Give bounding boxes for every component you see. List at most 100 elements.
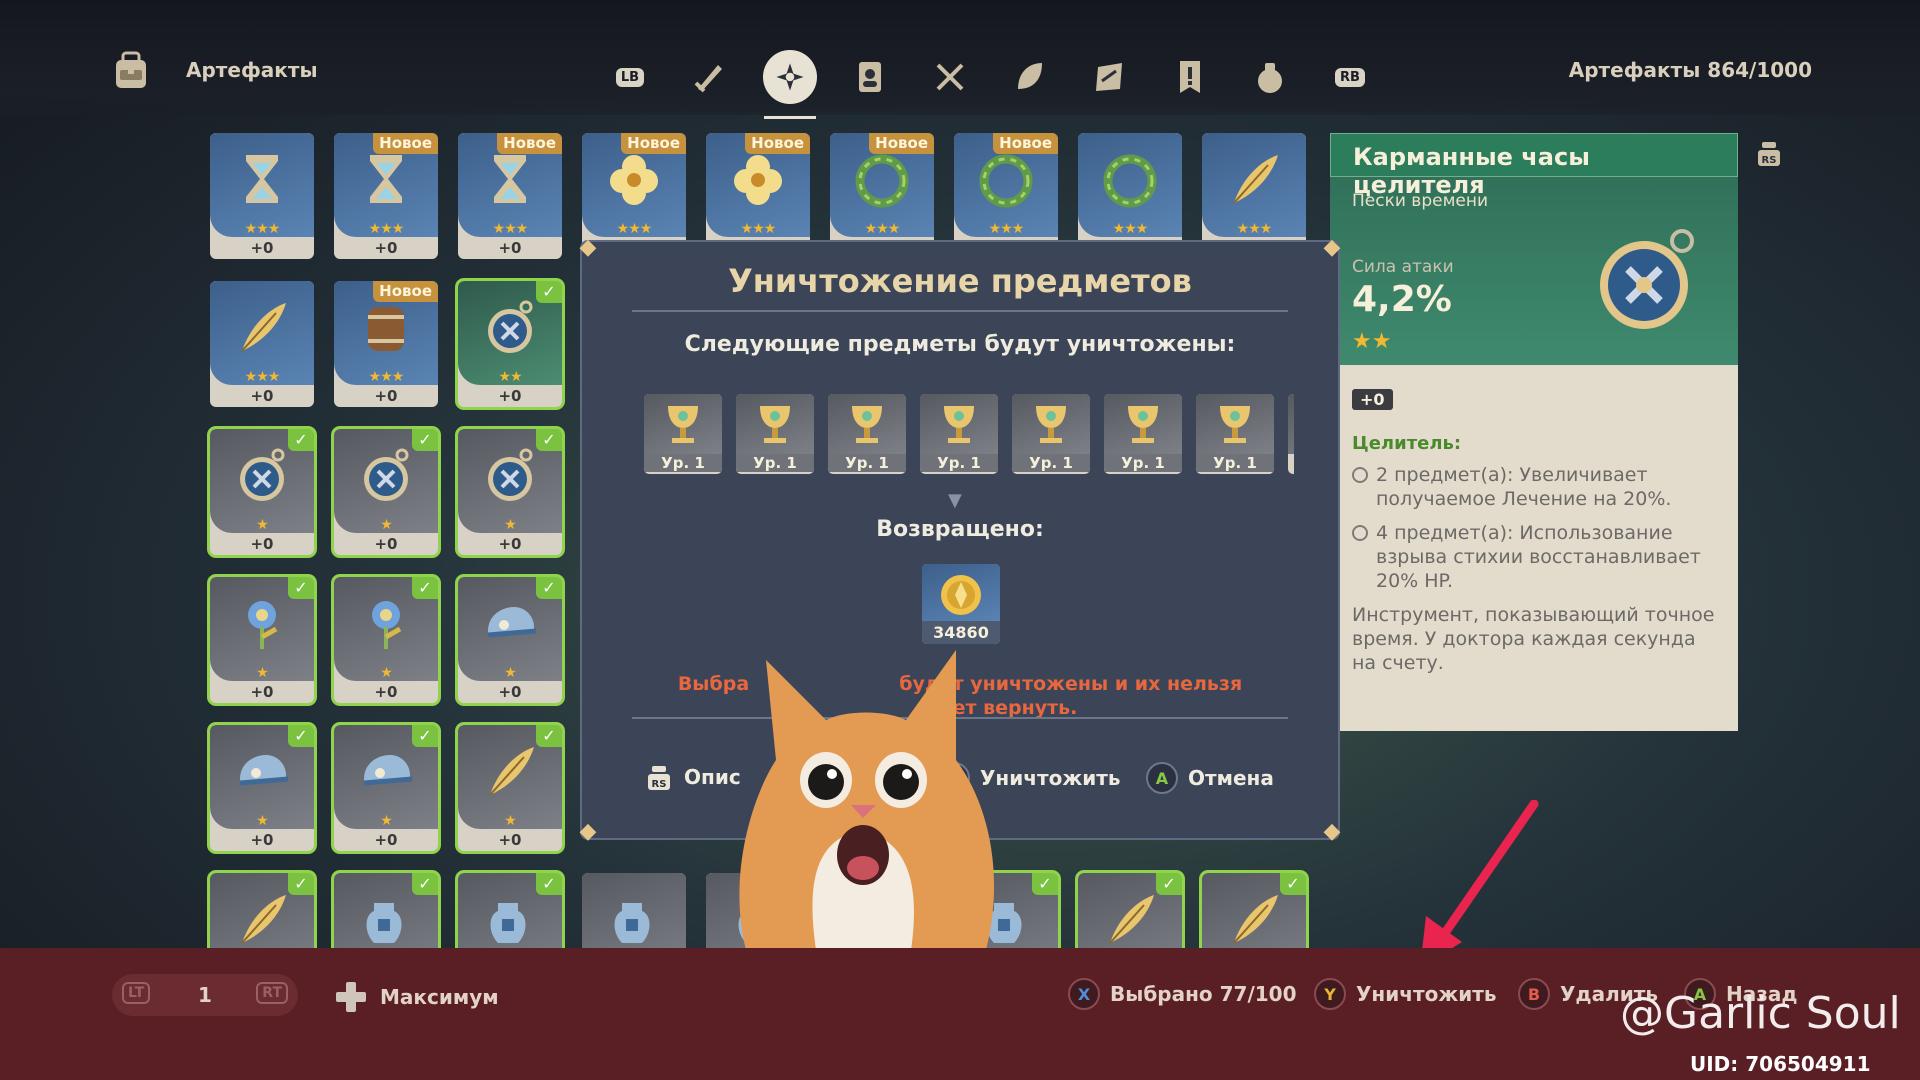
new-badge: Новое: [621, 133, 686, 154]
item-level: Ур. 1: [920, 454, 998, 472]
rarity-stars: ★★★: [864, 221, 901, 237]
goblet-icon: [1128, 406, 1158, 443]
rarity-stars: ★: [380, 517, 393, 533]
artifact-level: +0: [250, 239, 274, 257]
feather-icon: [489, 747, 534, 796]
rs-button-icon: RS: [648, 766, 670, 790]
cap-icon: [487, 607, 537, 638]
dialog-title: Уничтожение предметов: [728, 262, 1192, 300]
dpad-icon: [336, 982, 366, 1012]
y-button-icon: Y: [1314, 978, 1346, 1010]
cancel-button[interactable]: A Отмена: [1146, 762, 1274, 794]
checkmark-icon: ✓: [536, 429, 562, 451]
new-badge: Новое: [993, 133, 1058, 154]
artifact-flower-icon: [763, 50, 817, 104]
rarity-stars: ★★★: [616, 221, 653, 237]
artifact-card[interactable]: ★ +0 ✓: [210, 577, 314, 703]
category-tabs: LB RB: [590, 42, 1390, 119]
maximum-button[interactable]: Максимум: [336, 982, 499, 1012]
artifact-card[interactable]: ★ +0 ✓: [458, 577, 562, 703]
rb-button[interactable]: RB: [1310, 47, 1390, 107]
artifact-card[interactable]: ★★★ +0 Новое: [334, 281, 438, 407]
rarity-stars: ★: [504, 665, 517, 681]
wreath-icon: [1103, 154, 1157, 208]
artifact-card[interactable]: ★★★ +0: [210, 133, 314, 259]
goblet-icon: [760, 406, 790, 443]
tab-precious[interactable]: [1230, 47, 1310, 107]
quantity-selector[interactable]: LT 1 RT: [112, 974, 298, 1016]
artifact-card[interactable]: ★ +0 ✓: [458, 429, 562, 555]
rs-button-icon[interactable]: RS: [1754, 138, 1784, 168]
backpack-icon[interactable]: [108, 48, 154, 94]
checkmark-icon: ✓: [536, 281, 562, 303]
tab-materials[interactable]: [990, 47, 1070, 107]
rarity-stars: ★: [504, 813, 517, 829]
tab-gadgets[interactable]: [1070, 47, 1150, 107]
selected-count: Выбрано 77/100: [1110, 982, 1297, 1006]
corner-ornament-icon: ◆: [1323, 235, 1341, 260]
corner-ornament-icon: ◆: [579, 819, 597, 844]
artifact-card[interactable]: ★★★ +0: [210, 281, 314, 407]
artifact-level: +0: [250, 535, 274, 553]
goblet-icon: [668, 406, 698, 443]
destroy-item-card: Ур. 1: [1196, 394, 1274, 474]
rarity-stars: ★★★: [1236, 221, 1273, 237]
artifact-level: +0: [1352, 389, 1393, 410]
rt-button-icon[interactable]: RT: [256, 982, 288, 1004]
new-badge: Новое: [373, 133, 438, 154]
artifact-card[interactable]: ★★ +0 ✓: [458, 281, 562, 407]
tab-artifacts[interactable]: [750, 47, 830, 119]
feather-icon: [1233, 895, 1278, 944]
new-badge: Новое: [373, 281, 438, 302]
pocket-watch-icon: [488, 300, 533, 353]
artifact-level: +0: [498, 535, 522, 553]
selected-count-button[interactable]: X Выбрано 77/100: [1068, 978, 1297, 1010]
artifact-card[interactable]: ★★★ +0 Новое: [334, 133, 438, 259]
main-stat-name: Сила атаки: [1352, 257, 1454, 277]
artifact-description: Инструмент, показывающий точное время. У…: [1352, 604, 1715, 674]
hourglass-icon: [246, 155, 278, 203]
artifact-card[interactable]: ★ +0 ✓: [210, 725, 314, 851]
checkmark-icon: ✓: [1032, 873, 1058, 895]
wreath-icon: [855, 154, 909, 208]
rarity-stars: ★★★: [244, 369, 281, 385]
artifact-level: +0: [498, 683, 522, 701]
checkmark-icon: ✓: [536, 577, 562, 599]
rarity-stars: ★★★: [492, 221, 529, 237]
fork-knife-icon: [936, 63, 964, 91]
inactive-bonus-icon: [1352, 525, 1368, 541]
artifact-level: +0: [250, 683, 274, 701]
returned-label: Возвращено:: [876, 517, 1044, 542]
pocket-watch-icon: [240, 448, 285, 501]
artifact-card[interactable]: ★★★ +0 Новое: [458, 133, 562, 259]
checkmark-icon: ✓: [412, 429, 438, 451]
checkmark-icon: ✓: [288, 429, 314, 451]
tab-weapons[interactable]: [670, 47, 750, 107]
lb-button[interactable]: LB: [590, 47, 670, 107]
destroy-item-card: Ур. 1: [828, 394, 906, 474]
tab-food[interactable]: [910, 47, 990, 107]
checkmark-icon: ✓: [1280, 873, 1306, 895]
artifact-level: +0: [250, 387, 274, 405]
artifact-card[interactable]: ★ +0 ✓: [334, 429, 438, 555]
rarity-stars: ★: [380, 813, 393, 829]
rarity-stars: ★: [256, 517, 269, 533]
goblet-icon: [1220, 406, 1250, 443]
tab-quest[interactable]: [1150, 47, 1230, 107]
artifact-card[interactable]: ★ +0 ✓: [458, 725, 562, 851]
destroy-button[interactable]: Y Уничтожить: [1314, 978, 1496, 1010]
corner-ornament-icon: ◆: [1323, 819, 1341, 844]
rs-label: RS: [652, 779, 667, 790]
pocket-watch-icon: [488, 448, 533, 501]
artifact-card[interactable]: ★ +0 ✓: [334, 725, 438, 851]
artifact-card[interactable]: ★ +0 ✓: [334, 577, 438, 703]
tab-character-development[interactable]: [830, 47, 910, 107]
goblet-icon: [852, 406, 882, 443]
new-badge: Новое: [745, 133, 810, 154]
returned-item: 34860: [922, 564, 1000, 644]
artifact-card[interactable]: ★ +0 ✓: [210, 429, 314, 555]
cat-sticker-image: [739, 650, 995, 950]
red-arrow-annotation: [1420, 800, 1539, 968]
rs-label: RS: [1762, 155, 1777, 166]
goblet-icon: [1036, 406, 1066, 443]
